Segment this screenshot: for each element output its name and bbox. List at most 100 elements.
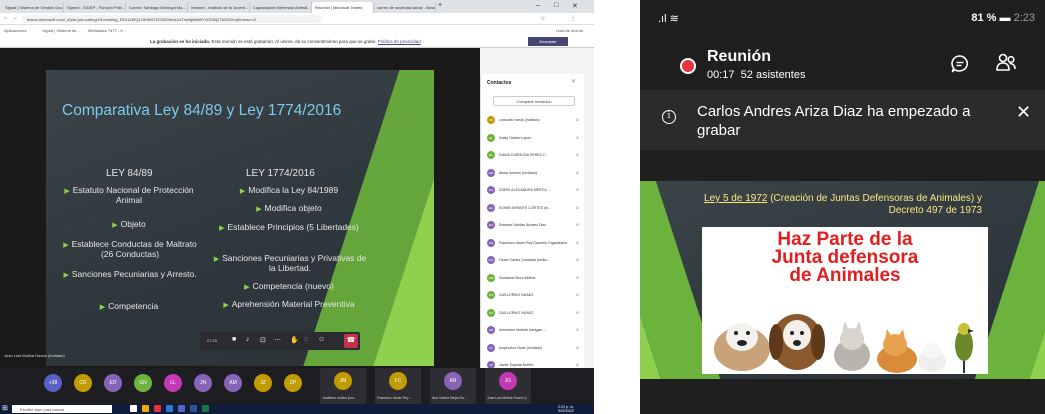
contact-row[interactable]: GN GUILLERMO NUAEZ ⌀: [487, 307, 581, 320]
hang-up-button[interactable]: ☎: [344, 334, 358, 348]
contact-name: EDWIN INFANTE CORTES (In...: [499, 205, 552, 210]
participant-avatar[interactable]: ED: [104, 374, 122, 392]
taskbar-search-input[interactable]: Escribe aquí para buscar: [12, 405, 112, 413]
menu-icon[interactable]: ⋮: [570, 15, 576, 22]
more-icon[interactable]: ⋯: [274, 336, 281, 344]
close-window-icon[interactable]: ✕: [572, 2, 578, 10]
participant-avatar[interactable]: ZP: [284, 374, 302, 392]
meeting-stage: Comparativa Ley 84/89 y Ley 1774/2016 LE…: [0, 48, 480, 368]
contact-row[interactable]: CR consuelo rueda (Invitado) ⌀: [487, 114, 581, 127]
bookmark-item[interactable]: Signal | Sistema de...: [42, 28, 80, 33]
participant-avatar[interactable]: +38: [44, 374, 62, 392]
mic-icon[interactable]: ♪: [246, 336, 250, 343]
slide-bullet: ▶ Aprehensión Material Preventiva: [223, 299, 355, 310]
participant-tile[interactable]: JM Jonathan muñoz (Inv...: [320, 368, 366, 404]
forward-icon[interactable]: →: [12, 15, 18, 21]
share-invite-button[interactable]: Compartir invitación: [493, 96, 575, 106]
browser-tab-active[interactable]: Reunión | Microsoft Teams: [312, 2, 374, 13]
browser-tab[interactable]: Intranet - Instituto de la Juvent...: [188, 2, 250, 13]
browser-tab[interactable]: Correo: Santiago Montoya Mu...: [126, 2, 188, 13]
outlook-icon[interactable]: [166, 405, 173, 412]
participant-avatar: AR: [444, 372, 462, 390]
participant-tile[interactable]: AR Ana Valeria Mejía Ro...: [430, 368, 476, 404]
close-icon[interactable]: ✕: [571, 78, 576, 85]
participant-name: Francisco Javier Rey ...: [377, 396, 413, 400]
contact-row[interactable]: HB herneston herbeth baragan ... ⌀: [487, 324, 581, 337]
muted-mic-icon: ⌀: [575, 274, 579, 281]
camera-icon[interactable]: ■: [232, 336, 236, 343]
muted-mic-icon: ⌀: [575, 169, 579, 176]
status-bar: .ıl ≋ 81 % ▬ 2:23: [640, 0, 1045, 40]
chrome-icon[interactable]: [154, 405, 161, 412]
recording-banner-text: Esta reunión se está grabando. Al unirse…: [211, 39, 377, 44]
word-icon[interactable]: [190, 405, 197, 412]
back-icon[interactable]: ←: [3, 15, 9, 21]
participant-tile[interactable]: FC Francisco Javier Rey ...: [375, 368, 421, 404]
chat-icon[interactable]: ◌: [304, 336, 308, 343]
contact-row[interactable]: GQ Geam Carlos Quesada (Invita... ⌀: [487, 254, 581, 267]
chat-icon[interactable]: [950, 54, 970, 74]
participant-avatar[interactable]: LL: [164, 374, 182, 392]
dismiss-button[interactable]: Descartar: [528, 37, 568, 46]
reading-list[interactable]: Lista de lectura: [556, 28, 583, 33]
muted-mic-icon: ⌀: [575, 204, 579, 211]
people-icon[interactable]: ☺: [318, 336, 325, 343]
participant-avatar[interactable]: JN: [194, 374, 212, 392]
bookmark-apps[interactable]: Aplicaciones: [4, 28, 26, 33]
browser-tabstrip: Signal | Sistema de Gestión Doc... Signe…: [0, 0, 594, 13]
url-input[interactable]: teams.microsoft.com/_#/pre-join-calling/…: [22, 15, 322, 23]
participant-avatar: JG: [499, 372, 517, 390]
slide-title: Comparativa Ley 84/89 y Ley 1774/2016: [62, 102, 342, 119]
bookmark-item[interactable]: Mediastics 7477 - fi...: [88, 28, 126, 33]
slide-bullet: ▶ Competencia: [99, 301, 159, 312]
participant-avatar[interactable]: AM: [224, 374, 242, 392]
contacts-panel: Contactos ✕ Compartir invitación CR consu…: [480, 74, 584, 404]
maximize-icon[interactable]: □: [554, 2, 558, 9]
raise-hand-icon[interactable]: ✋: [290, 336, 299, 344]
browser-tab[interactable]: Signal | Sistema de Gestión Doc...: [2, 2, 64, 13]
star-icon[interactable]: ☆: [540, 15, 545, 22]
slide-bullet: ▶ Sanciones Pecuniarias y Privativas de l…: [213, 253, 367, 273]
taskview-icon[interactable]: [130, 405, 137, 412]
participant-avatar[interactable]: JZ: [254, 374, 272, 392]
contact-row[interactable]: GN GUILLERMO NUAEZ ⌀: [487, 289, 581, 302]
desktop-screenshot: Signal | Sistema de Gestión Doc... Signe…: [0, 0, 594, 414]
muted-mic-icon: ⌀: [575, 239, 579, 246]
contact-row[interactable]: DM diana moreno (Invitado) ⌀: [487, 167, 581, 180]
share-icon[interactable]: ⊡: [260, 336, 266, 344]
contact-avatar: CR: [487, 116, 495, 124]
teams-icon[interactable]: [178, 405, 185, 412]
contact-row[interactable]: DL Daisy Oviedo Lopez ⌀: [487, 132, 581, 145]
minimize-icon[interactable]: –: [536, 2, 540, 9]
signal-icon: .ıl ≋: [658, 13, 679, 25]
windows-start-icon[interactable]: ⊞: [2, 405, 9, 412]
contact-name: Inspeccion Norte (Invitado): [499, 345, 542, 350]
participant-avatar[interactable]: GN: [134, 374, 152, 392]
participant-avatar[interactable]: CR: [74, 374, 92, 392]
excel-icon[interactable]: [202, 405, 209, 412]
contact-name: Esteban Nicolás Álvarez Diaz: [499, 223, 547, 227]
contact-row[interactable]: IN Inspeccion Norte (Invitado) ⌀: [487, 342, 581, 355]
participant-name: Juan Luis Molina Osorio (I...: [487, 396, 529, 400]
contact-row[interactable]: DA DORIS ALEXANDRA MERCA... ⌀: [487, 184, 581, 197]
participant-name: Jonathan muñoz (Inv...: [322, 396, 357, 400]
new-tab-button[interactable]: +: [438, 2, 442, 9]
slide-bullet: ▶ Sanciones Pecuniarias y Arresto.: [63, 269, 197, 280]
contact-row[interactable]: EN Esteban Nicolás Álvarez Diaz ⌀: [487, 219, 581, 232]
contact-name: Daisy Oviedo Lopez: [499, 135, 532, 140]
participant-tile[interactable]: JG Juan Luis Molina Osorio (I...: [485, 368, 531, 404]
close-icon[interactable]: ✕: [1016, 102, 1031, 123]
contact-row[interactable]: DC DIANA CAROLINA PEREZ C... ⌀: [487, 149, 581, 162]
browser-tab[interactable]: Signed - SIGEP - Función Públ...: [64, 2, 126, 13]
contact-row[interactable]: GM Giovanna Mora Molina ⌀: [487, 272, 581, 285]
browser-tab[interactable]: Capacitación Bienestar Animal...: [250, 2, 312, 13]
law-link[interactable]: Ley 5 de 1972: [704, 193, 767, 204]
browser-tab[interactable]: correo de sociedad salvar - Busca...: [374, 2, 436, 13]
contact-row[interactable]: EC EDWIN INFANTE CORTES (In... ⌀: [487, 202, 581, 215]
privacy-policy-link[interactable]: Política de privacidad: [378, 39, 421, 44]
contact-avatar: DC: [487, 151, 495, 159]
file-explorer-icon[interactable]: [142, 405, 149, 412]
contact-row[interactable]: FR Francisco Javier Rey Cáceres Organizad…: [487, 237, 581, 250]
contact-avatar: FR: [487, 238, 495, 247]
people-icon[interactable]: [995, 52, 1017, 74]
